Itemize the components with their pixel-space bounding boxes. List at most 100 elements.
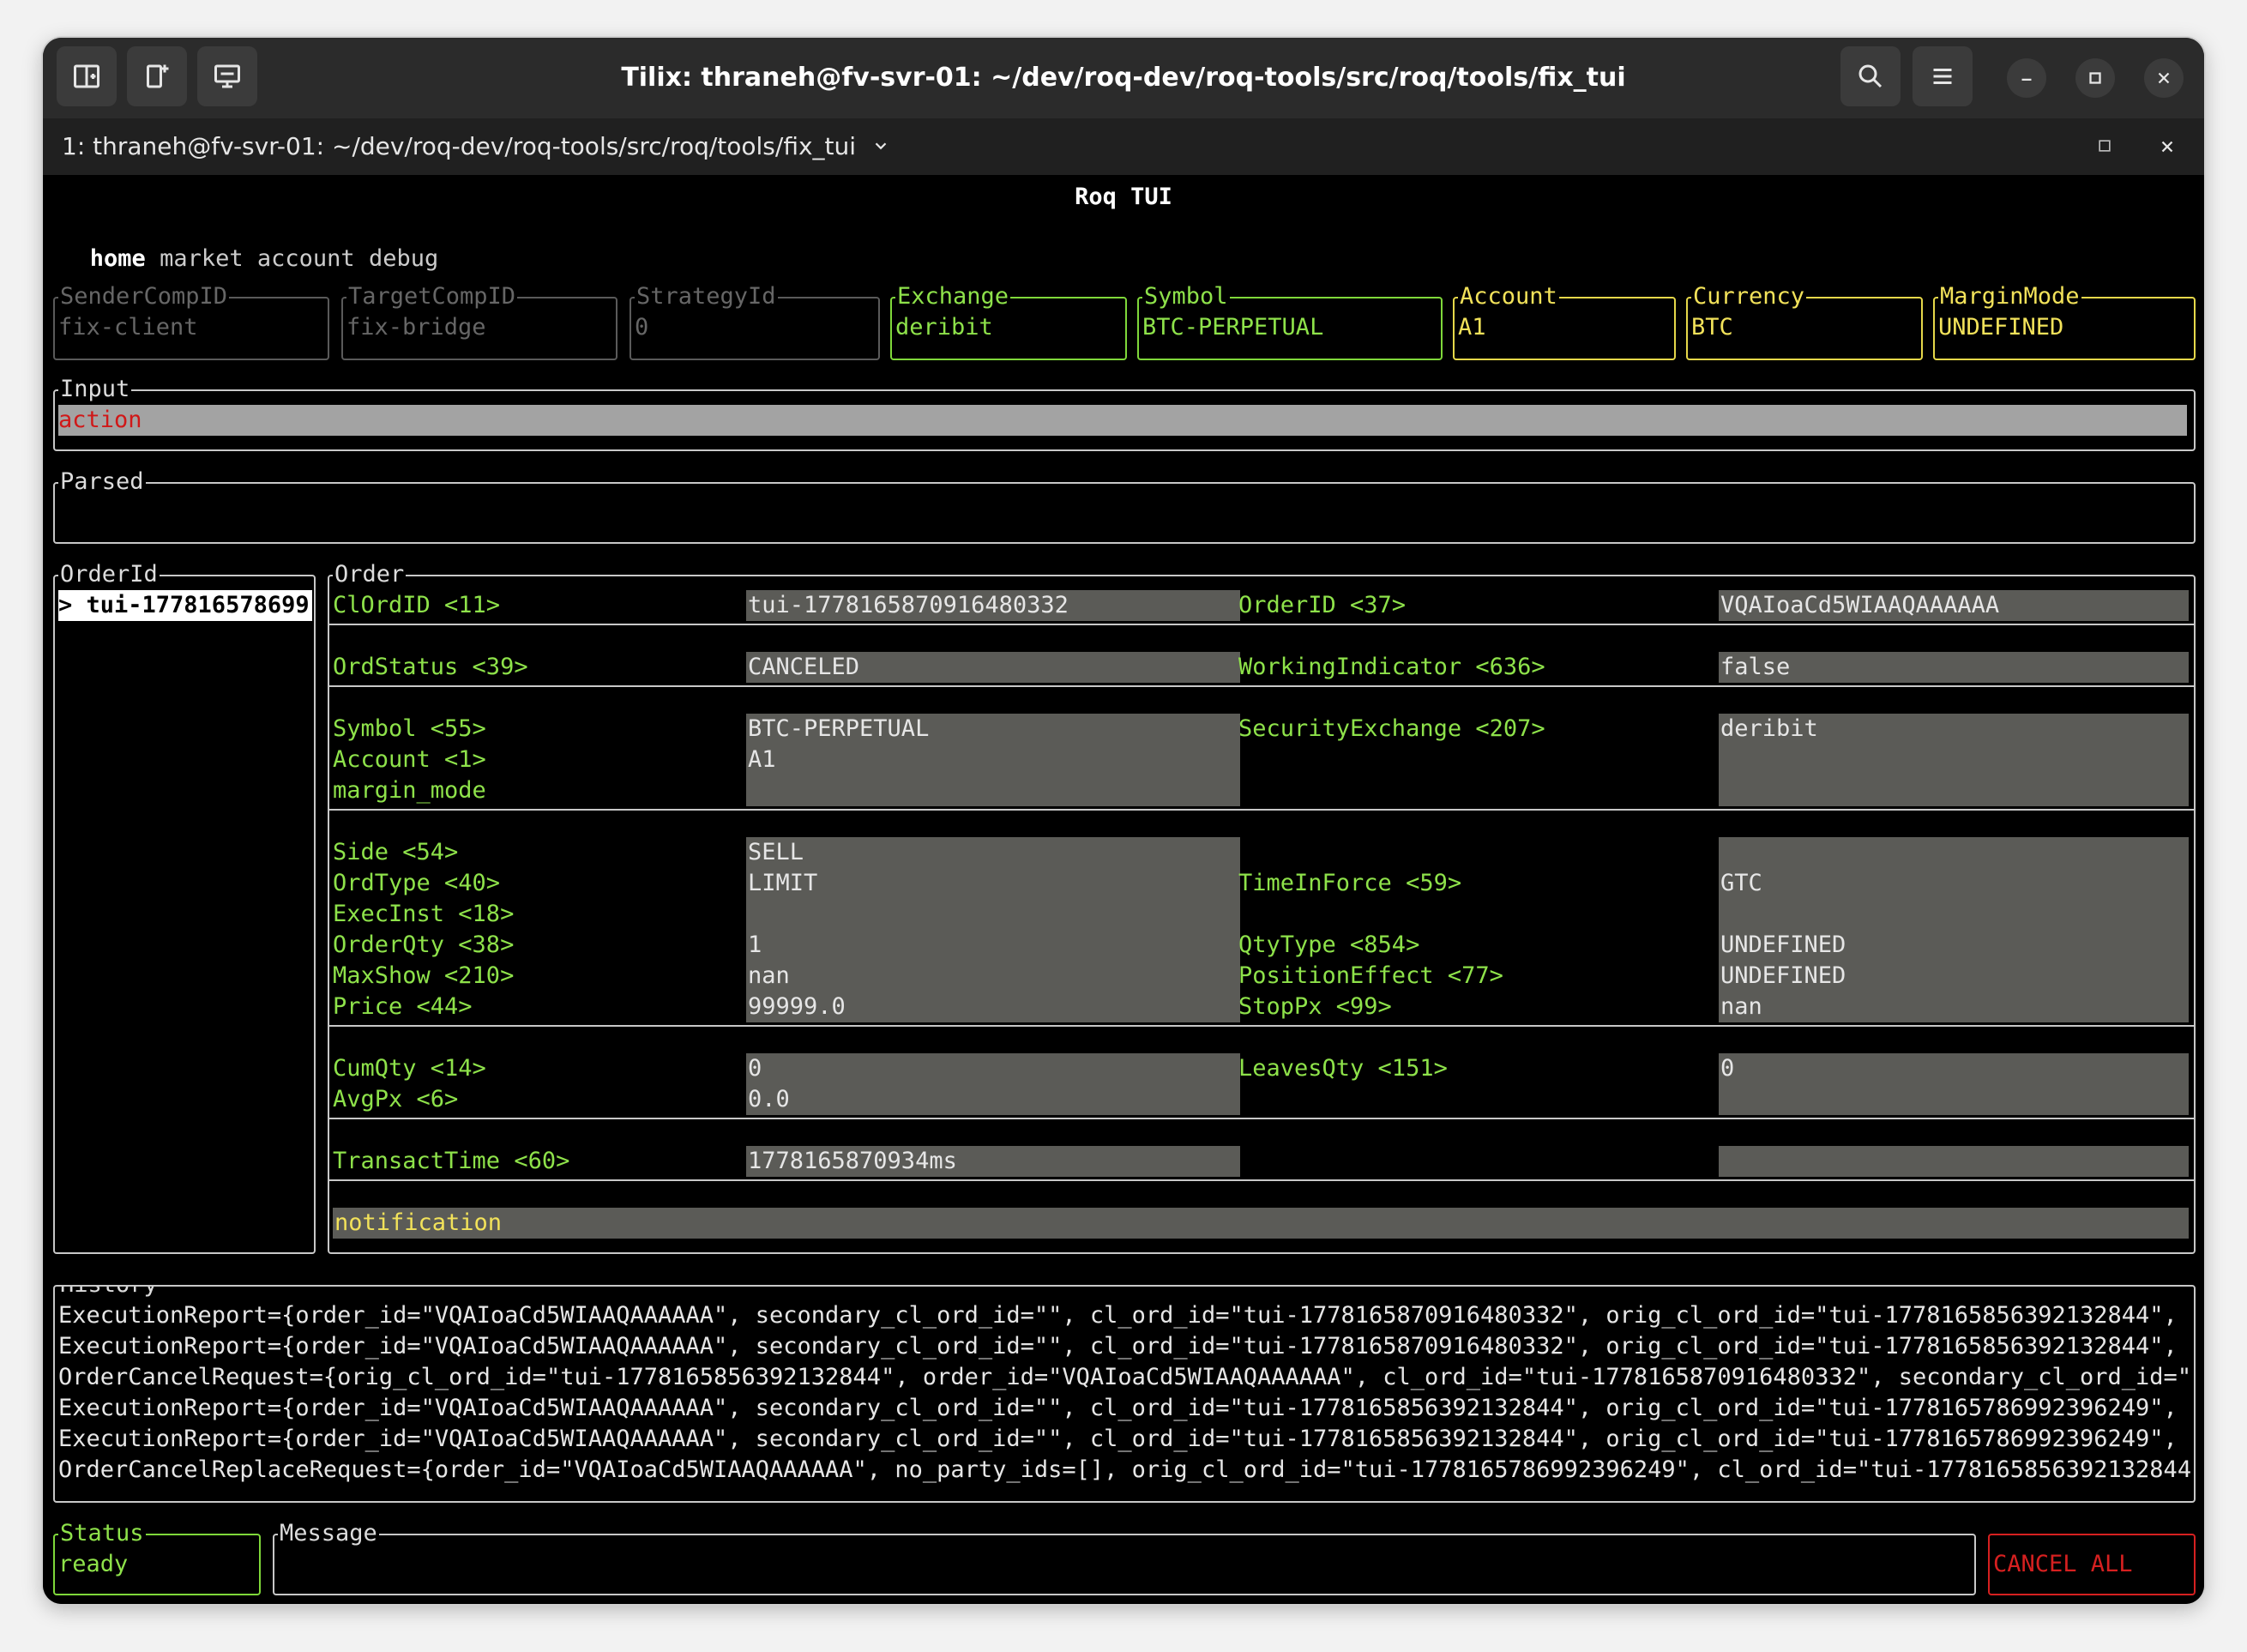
menu-account[interactable]: account bbox=[257, 245, 355, 272]
account-label: Account bbox=[1458, 281, 1559, 312]
order-field-label: CumQty <14> bbox=[333, 1055, 486, 1082]
order-field-label: OrderQty <38> bbox=[333, 932, 515, 958]
message-box: Message bbox=[273, 1518, 1976, 1595]
order-field-label: OrderID <37> bbox=[1238, 592, 1407, 618]
search-icon[interactable] bbox=[1840, 46, 1901, 106]
order-field-value: false bbox=[1720, 654, 1791, 680]
order-row-separator bbox=[328, 1179, 2196, 1181]
status-label: Status bbox=[58, 1518, 146, 1549]
strategy-id-box: StrategyId 0 bbox=[630, 281, 880, 360]
account-box[interactable]: Account A1 bbox=[1453, 281, 1676, 360]
status-box: Status ready bbox=[53, 1518, 261, 1595]
order-field-value: 0 bbox=[748, 1055, 762, 1082]
order-field-label: Symbol <55> bbox=[333, 715, 486, 742]
terminal-tab[interactable]: 1: thraneh@fv-svr-01: ~/dev/roq-dev/roq-… bbox=[62, 118, 890, 175]
order-row-separator bbox=[328, 809, 2196, 811]
input-field[interactable]: action bbox=[58, 405, 2187, 436]
chevron-down-icon[interactable] bbox=[871, 119, 890, 176]
order-field-label: TransactTime <60> bbox=[333, 1148, 570, 1174]
order-field-label: QtyType <854> bbox=[1238, 932, 1420, 958]
order-field-value: nan bbox=[748, 962, 790, 989]
history-line[interactable]: ExecutionReport={order_id="VQAIoaCd5WIAA… bbox=[58, 1331, 2192, 1362]
symbol-value: BTC-PERPETUAL bbox=[1142, 314, 1324, 341]
order-row-separator bbox=[328, 685, 2196, 687]
order-field-label: StopPx <99> bbox=[1238, 993, 1392, 1020]
order-field-label: TimeInForce <59> bbox=[1238, 870, 1462, 896]
history-line[interactable]: OrderCancelRequest={orig_cl_ord_id="tui-… bbox=[58, 1362, 2192, 1393]
order-field-label: AvgPx <6> bbox=[333, 1086, 459, 1112]
order-field-value: UNDEFINED bbox=[1720, 962, 1846, 989]
sender-comp-id-value: fix-client bbox=[58, 314, 198, 341]
minimize-icon[interactable] bbox=[2007, 58, 2046, 98]
account-value: A1 bbox=[1458, 314, 1486, 341]
order-field-value: LIMIT bbox=[748, 870, 818, 896]
close-icon[interactable] bbox=[2144, 58, 2184, 98]
cancel-all-label: CANCEL ALL bbox=[1993, 1551, 2133, 1577]
order-label: Order bbox=[333, 559, 407, 590]
menu-market[interactable]: market bbox=[160, 245, 244, 272]
strategy-id-value: 0 bbox=[635, 314, 649, 341]
order-field-value: GTC bbox=[1720, 870, 1762, 896]
order-field-label: ClOrdID <11> bbox=[333, 592, 501, 618]
maximize-icon[interactable] bbox=[2075, 58, 2115, 98]
order-field-value: 0 bbox=[1720, 1055, 1735, 1082]
session-icon[interactable] bbox=[197, 46, 257, 106]
order-field-value: 1778165870934ms bbox=[748, 1148, 957, 1174]
exchange-box[interactable]: Exchange deribit bbox=[890, 281, 1127, 360]
history-line[interactable]: ExecutionReport={order_id="VQAIoaCd5WIAA… bbox=[58, 1393, 2192, 1424]
order-value-block-right bbox=[1719, 1146, 2189, 1177]
hamburger-menu-icon[interactable] bbox=[1913, 46, 1973, 106]
history-list[interactable]: ExecutionReport={order_id="VQAIoaCd5WIAA… bbox=[58, 1300, 2192, 1489]
cancel-all-button[interactable]: CANCEL ALL bbox=[1988, 1534, 2196, 1595]
terminal-window: Tilix: thraneh@fv-svr-01: ~/dev/roq-dev/… bbox=[43, 38, 2204, 1604]
margin-mode-box[interactable]: MarginMode UNDEFINED bbox=[1933, 281, 2196, 360]
history-line[interactable]: OrderCancelReplaceRequest={order_id="VQA… bbox=[58, 1455, 2192, 1486]
tab-maximize-icon[interactable] bbox=[2096, 137, 2113, 158]
target-comp-id-value: fix-bridge bbox=[346, 314, 486, 341]
input-label: Input bbox=[58, 374, 132, 405]
target-comp-id-box: TargetCompID fix-bridge bbox=[341, 281, 617, 360]
order-field-value: deribit bbox=[1720, 715, 1818, 742]
order-field-label: PositionEffect <77> bbox=[1238, 962, 1503, 989]
menu-debug[interactable]: debug bbox=[369, 245, 438, 272]
sender-comp-id-label: SenderCompID bbox=[58, 281, 230, 312]
history-label: History bbox=[58, 1287, 160, 1300]
symbol-label: Symbol bbox=[1142, 281, 1230, 312]
order-value-block-right bbox=[1719, 1053, 2189, 1115]
order-id-list-item[interactable]: > tui-177816578699 bbox=[58, 590, 312, 621]
sender-comp-id-box: SenderCompID fix-client bbox=[53, 281, 329, 360]
order-field-label: WorkingIndicator <636> bbox=[1238, 654, 1545, 680]
title-bar: Tilix: thraneh@fv-svr-01: ~/dev/roq-dev/… bbox=[43, 38, 2204, 118]
terminal-content[interactable]: Roq TUI home market account debug Sender… bbox=[43, 175, 2204, 1604]
order-id-label: OrderId bbox=[58, 559, 160, 590]
currency-value: BTC bbox=[1691, 314, 1733, 341]
order-id-selected: > tui-177816578699 bbox=[58, 592, 310, 618]
history-panel: History ExecutionReport={order_id="VQAIo… bbox=[53, 1285, 2196, 1503]
symbol-box[interactable]: Symbol BTC-PERPETUAL bbox=[1137, 281, 1443, 360]
exchange-label: Exchange bbox=[895, 281, 1011, 312]
history-line[interactable]: ExecutionReport={order_id="VQAIoaCd5WIAA… bbox=[58, 1424, 2192, 1455]
status-value: ready bbox=[58, 1551, 129, 1577]
add-terminal-right-icon[interactable] bbox=[57, 46, 117, 106]
message-label: Message bbox=[278, 1518, 379, 1549]
add-terminal-down-icon[interactable] bbox=[127, 46, 187, 106]
order-field-label: ExecInst <18> bbox=[333, 901, 515, 927]
order-field-label: SecurityExchange <207> bbox=[1238, 715, 1545, 742]
notification-text: notification bbox=[334, 1209, 503, 1236]
order-field-label: Account <1> bbox=[333, 746, 486, 773]
tab-close-icon[interactable] bbox=[2158, 137, 2177, 160]
menu-home[interactable]: home bbox=[90, 245, 146, 272]
order-field-value: CANCELED bbox=[748, 654, 860, 680]
order-row-separator bbox=[328, 624, 2196, 625]
order-field-label: margin_mode bbox=[333, 777, 486, 804]
history-line[interactable]: ExecutionReport={order_id="VQAIoaCd5WIAA… bbox=[58, 1300, 2192, 1331]
order-field-value: VQAIoaCd5WIAAQAAAAAA bbox=[1720, 592, 2000, 618]
order-row-separator bbox=[328, 1118, 2196, 1119]
order-row-separator bbox=[328, 1025, 2196, 1027]
input-box[interactable]: Input action bbox=[53, 374, 2196, 451]
exchange-value: deribit bbox=[895, 314, 993, 341]
terminal-tab-bar: 1: thraneh@fv-svr-01: ~/dev/roq-dev/roq-… bbox=[43, 118, 2204, 175]
currency-box[interactable]: Currency BTC bbox=[1686, 281, 1923, 360]
order-field-value: SELL bbox=[748, 839, 804, 865]
order-panel: Order ClOrdID <11> tui-177816587091648033… bbox=[328, 559, 2196, 1254]
